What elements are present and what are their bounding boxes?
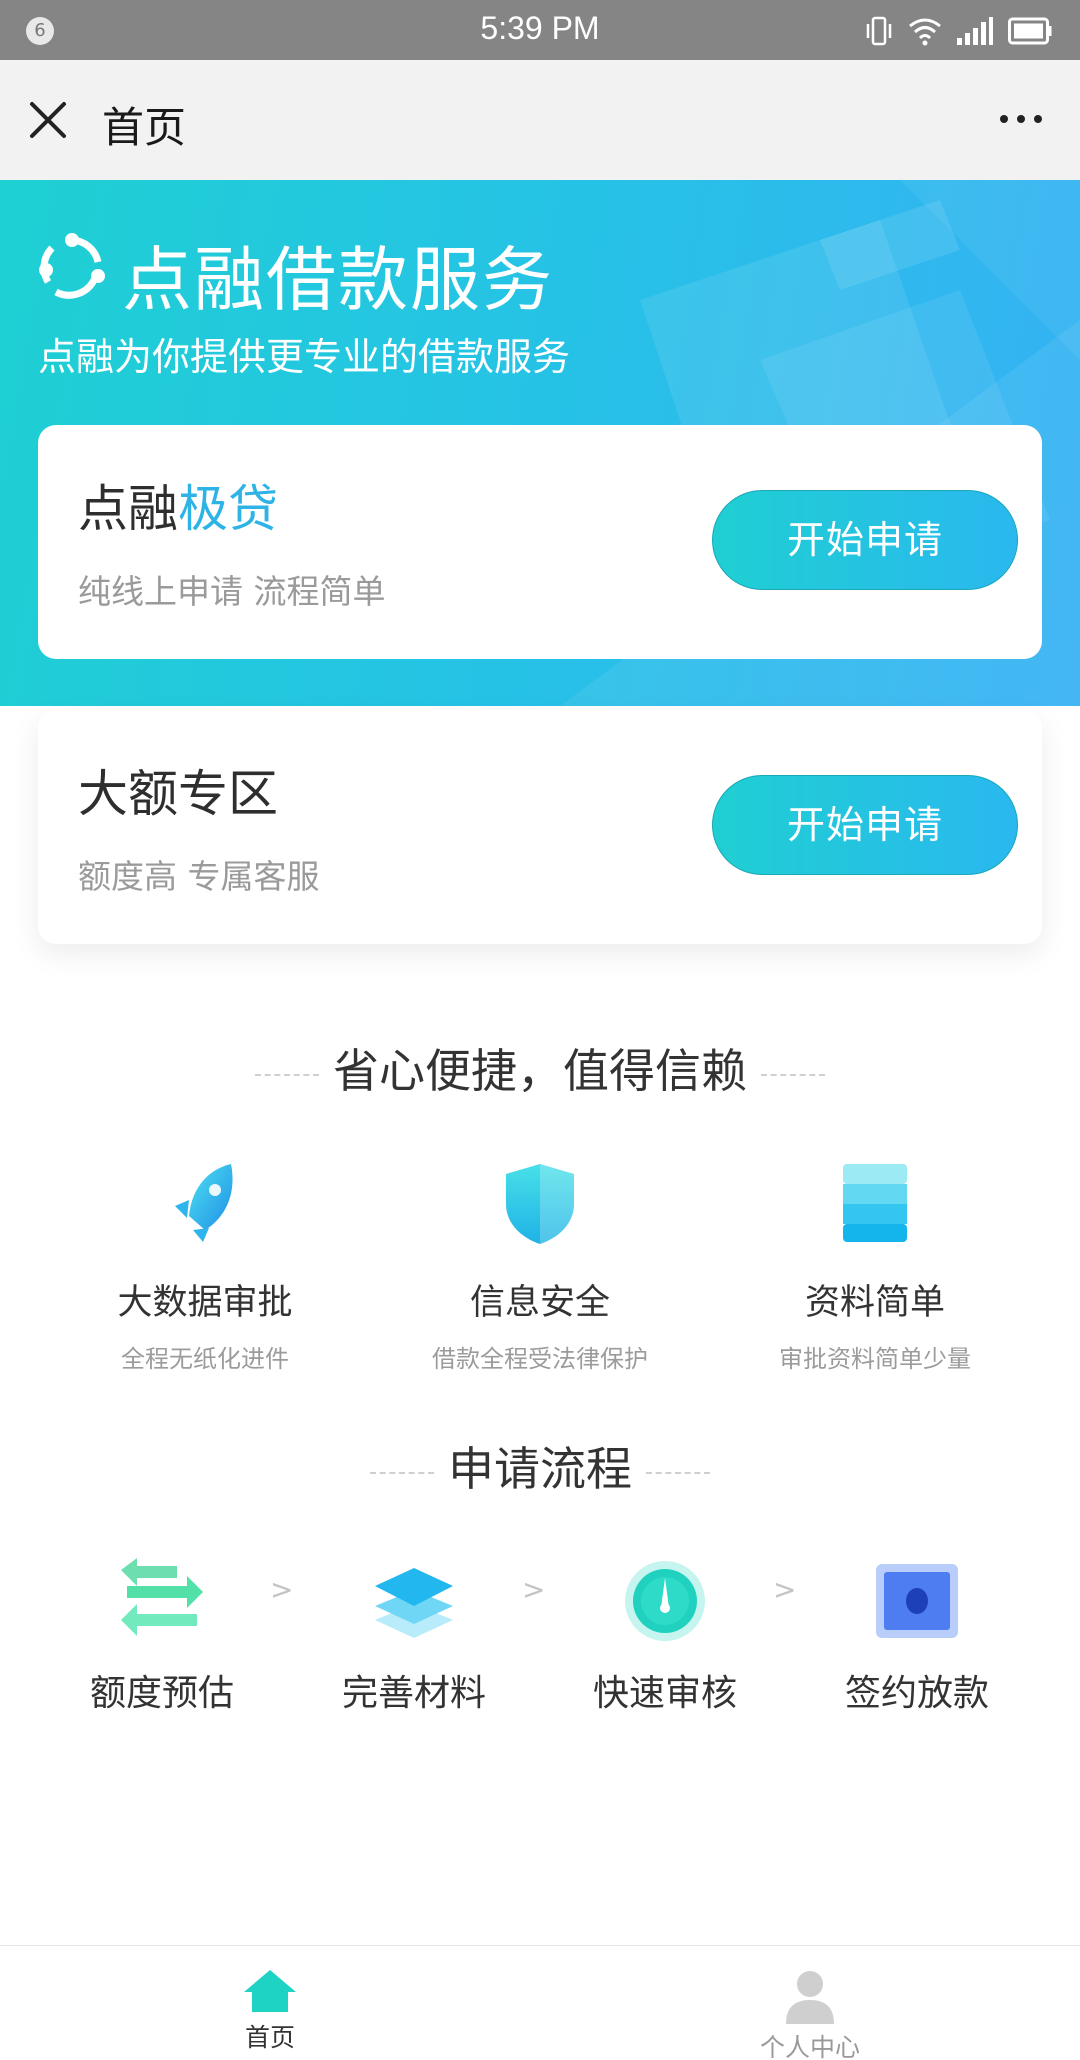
shield-icon — [506, 1164, 574, 1244]
title-bar: 首页 — [0, 60, 1080, 180]
gauge-icon — [625, 1561, 705, 1641]
section-title-text: 省心便捷，值得信赖 — [333, 1044, 747, 1098]
step-name: 签约放款 — [844, 1673, 989, 1714]
divider-dash — [370, 1471, 434, 1474]
document-stack-icon — [843, 1164, 907, 1242]
divider-dash — [255, 1073, 319, 1076]
close-icon[interactable] — [26, 98, 70, 142]
bottom-tab-bar: 首页 个人中心 — [0, 1945, 1080, 2060]
more-icon[interactable] — [998, 112, 1044, 126]
tab-home[interactable]: 首页 — [190, 1968, 350, 2054]
hero-subtitle: 点融为你提供更专业的借款服务 — [38, 335, 571, 379]
process-step: 快速审核 — [565, 1556, 765, 1716]
step-name: 完善材料 — [341, 1673, 486, 1714]
step-separator: > — [773, 1573, 797, 1606]
tab-label: 首页 — [244, 2023, 295, 2052]
feature-item: 大数据审批 全程无纸化进件 — [55, 1160, 355, 1374]
exchange-arrows-icon — [121, 1558, 203, 1636]
step-name: 快速审核 — [592, 1673, 737, 1714]
process-section-title: 申请流程 — [0, 1433, 1080, 1499]
divider-dash — [646, 1471, 710, 1474]
step-separator: > — [522, 1573, 546, 1606]
process-step: 额度预估 — [62, 1556, 262, 1716]
rocket-icon — [175, 1164, 233, 1242]
loan-product-card-large-amount: 大额专区 额度高 专属客服 开始申请 — [38, 710, 1042, 944]
process-step: 完善材料 — [314, 1556, 514, 1716]
start-application-button[interactable]: 开始申请 — [712, 775, 1018, 875]
step-separator: > — [270, 1573, 294, 1606]
feature-item: 资料简单 审批资料简单少量 — [725, 1160, 1025, 1374]
card-title: 大额专区 — [78, 765, 278, 823]
card-title-accent: 极贷 — [178, 480, 278, 538]
status-icons — [864, 14, 1052, 48]
features-section-title: 省心便捷，值得信赖 — [0, 1035, 1080, 1101]
layers-icon — [375, 1568, 453, 1638]
card-title: 点融极贷 — [78, 469, 278, 541]
battery-icon — [1008, 17, 1052, 45]
dianrong-logo-icon — [39, 233, 105, 299]
tab-label: 个人中心 — [759, 2033, 860, 2060]
hero-title: 点融借款服务 — [122, 239, 554, 321]
user-icon — [786, 1971, 834, 2024]
tab-personal-center[interactable]: 个人中心 — [730, 1968, 890, 2060]
card-title-prefix: 点融 — [78, 480, 178, 538]
card-subtitle: 额度高 专属客服 — [78, 857, 320, 896]
signal-icon — [957, 17, 993, 45]
vibrate-icon — [866, 16, 892, 46]
feature-name: 资料简单 — [804, 1283, 945, 1323]
step-name: 额度预估 — [89, 1673, 234, 1714]
section-title-text: 申请流程 — [448, 1442, 632, 1496]
feature-name: 信息安全 — [469, 1283, 610, 1323]
wifi-icon — [909, 18, 941, 46]
page-title: 首页 — [102, 103, 187, 152]
process-step: 签约放款 — [817, 1556, 1017, 1716]
loan-product-card-jidai: 点融极贷 纯线上申请 流程简单 开始申请 — [38, 425, 1042, 659]
feature-desc: 全程无纸化进件 — [121, 1345, 289, 1373]
feature-item: 信息安全 借款全程受法律保护 — [390, 1160, 690, 1374]
feature-name: 大数据审批 — [117, 1283, 293, 1323]
divider-dash — [761, 1073, 825, 1076]
card-icon — [876, 1564, 958, 1638]
feature-desc: 审批资料简单少量 — [779, 1345, 971, 1373]
home-icon — [244, 1970, 296, 2012]
page: 6 5:39 PM 首页 点融借款服务 点融为你提供更专业的借款服务 点融极贷 … — [0, 0, 1080, 2060]
start-application-button[interactable]: 开始申请 — [712, 490, 1018, 590]
status-bar: 6 5:39 PM — [0, 0, 1080, 60]
card-subtitle: 纯线上申请 流程简单 — [78, 572, 386, 611]
feature-desc: 借款全程受法律保护 — [432, 1345, 648, 1373]
